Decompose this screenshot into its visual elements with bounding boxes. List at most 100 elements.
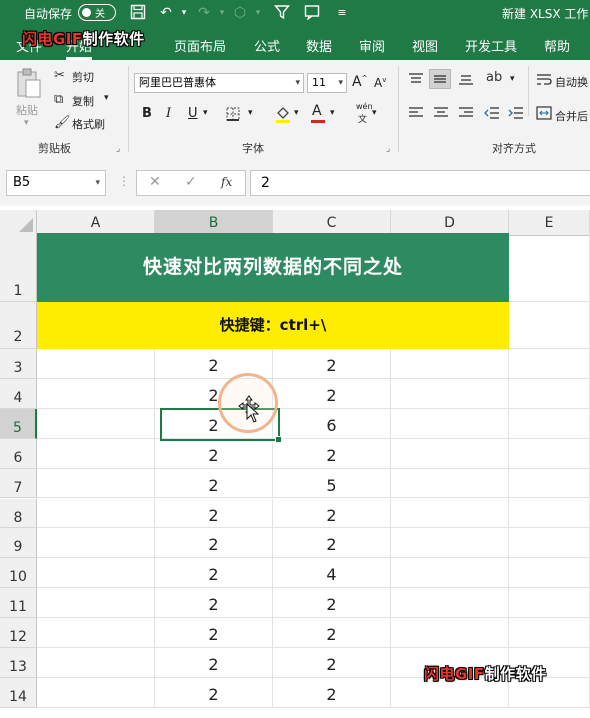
cell[interactable] (509, 558, 590, 589)
row-header[interactable]: 4 (0, 378, 37, 409)
cell-b[interactable]: 2 (155, 468, 273, 499)
cell[interactable] (37, 618, 155, 648)
shortcut-hint-cell[interactable]: 快捷键：ctrl+\ (37, 302, 509, 349)
customize-toolbar-icon[interactable]: ≡ (332, 4, 352, 22)
decrease-indent-icon[interactable] (484, 106, 500, 124)
italic-button[interactable]: I (166, 106, 171, 121)
cell[interactable] (391, 558, 509, 589)
cell[interactable] (509, 302, 590, 349)
cell[interactable] (37, 528, 155, 559)
increase-indent-icon[interactable] (508, 106, 524, 124)
cell[interactable] (37, 468, 155, 499)
row-header[interactable]: 6 (0, 438, 37, 469)
cancel-icon[interactable]: ✕ (149, 174, 161, 190)
cell-b[interactable]: 2 (155, 588, 273, 619)
borders-icon[interactable] (225, 106, 241, 126)
copy-dropdown-icon[interactable]: ▾ (104, 93, 109, 103)
tab-review[interactable]: 审阅 (359, 36, 385, 55)
cell-b[interactable]: 2 (155, 558, 273, 589)
decrease-font-size-button[interactable]: Av (374, 76, 386, 90)
cell-c[interactable]: 4 (273, 558, 391, 589)
phonetic-dropdown-icon[interactable]: ▾ (372, 108, 377, 118)
fill-handle[interactable] (275, 436, 282, 443)
cell[interactable] (37, 677, 155, 708)
fill-color-dropdown-icon[interactable]: ▾ (294, 108, 299, 118)
cell-c[interactable]: 2 (273, 349, 391, 379)
shape-icon[interactable]: ⬡ (230, 4, 250, 22)
wrap-text-icon[interactable] (536, 72, 552, 90)
cell[interactable] (509, 378, 590, 409)
cell[interactable] (509, 468, 590, 499)
cell[interactable] (37, 648, 155, 678)
tab-page-layout[interactable]: 页面布局 (174, 36, 226, 55)
row-header[interactable]: 10 (0, 558, 37, 589)
cell-c[interactable]: 5 (273, 468, 391, 499)
filter-icon[interactable] (272, 4, 292, 22)
row-header[interactable]: 13 (0, 648, 37, 678)
row-header[interactable]: 8 (0, 498, 37, 529)
cell[interactable] (391, 528, 509, 559)
increase-font-size-button[interactable]: A^ (352, 74, 367, 90)
tab-data[interactable]: 数据 (306, 36, 332, 55)
cut-button[interactable]: 剪切 (72, 69, 94, 85)
cell-c[interactable]: 2 (273, 498, 391, 529)
font-color-dropdown-icon[interactable]: ▾ (330, 108, 335, 118)
format-painter-button[interactable]: 格式刷 (72, 116, 105, 132)
font-name-dropdown[interactable]: 阿里巴巴普惠体 ▾ (134, 73, 304, 93)
cell[interactable] (509, 233, 590, 302)
cell-b[interactable]: 2 (155, 498, 273, 529)
row-header[interactable]: 1 (0, 233, 37, 302)
wrap-text-button[interactable]: 自动换 (555, 74, 588, 90)
cell[interactable] (391, 618, 509, 648)
cell-c[interactable]: 2 (273, 378, 391, 409)
underline-button[interactable]: U (188, 106, 198, 121)
drag-handle-icon[interactable]: ⋮ (118, 174, 130, 188)
cell[interactable] (37, 588, 155, 619)
tab-developer[interactable]: 开发工具 (465, 36, 517, 55)
cell-b[interactable]: 2 (155, 648, 273, 678)
borders-dropdown-icon[interactable]: ▾ (248, 108, 253, 118)
sheet-title-cell[interactable]: 快速对比两列数据的不同之处 (37, 233, 509, 302)
cell-c[interactable]: 2 (273, 588, 391, 619)
cell[interactable] (509, 498, 590, 529)
paste-icon[interactable] (14, 68, 44, 98)
paste-dropdown-icon[interactable]: ▾ (24, 118, 29, 128)
phonetic-guide-button[interactable]: wén (356, 102, 373, 111)
row-header[interactable]: 2 (0, 302, 37, 349)
cell[interactable] (509, 528, 590, 559)
merge-center-icon[interactable] (536, 106, 552, 124)
name-box[interactable]: B5 ▾ (6, 170, 106, 196)
orientation-icon[interactable]: ab (486, 70, 502, 85)
cell[interactable] (391, 498, 509, 529)
formula-input[interactable]: 2 (250, 170, 590, 196)
tab-formulas[interactable]: 公式 (254, 36, 280, 55)
row-header[interactable]: 12 (0, 618, 37, 648)
align-right-icon[interactable] (458, 106, 474, 124)
cell[interactable] (37, 349, 155, 379)
insert-function-button[interactable]: fx (221, 175, 232, 189)
cell[interactable] (391, 588, 509, 619)
font-launcher-icon[interactable]: ⌟ (386, 144, 390, 154)
cell-c[interactable]: 2 (273, 618, 391, 648)
cell[interactable] (509, 349, 590, 379)
comment-icon[interactable] (302, 4, 322, 22)
cell-c[interactable]: 2 (273, 528, 391, 559)
font-color-button[interactable]: A (312, 103, 322, 119)
align-bottom-icon[interactable] (458, 72, 474, 90)
cell-c[interactable]: 2 (273, 677, 391, 708)
cell[interactable] (37, 498, 155, 529)
shape-dropdown-icon[interactable]: ▾ (248, 4, 268, 22)
cell-b[interactable]: 2 (155, 618, 273, 648)
row-header[interactable]: 5 (0, 408, 37, 439)
tab-help[interactable]: 帮助 (544, 36, 570, 55)
cell[interactable] (391, 349, 509, 379)
paste-button[interactable]: 粘贴 (16, 102, 38, 118)
row-header[interactable]: 3 (0, 349, 37, 379)
orientation-dropdown-icon[interactable]: ▾ (510, 74, 515, 84)
cell[interactable] (509, 588, 590, 619)
align-center-icon[interactable] (433, 106, 449, 124)
cell-b[interactable]: 2 (155, 438, 273, 469)
cell[interactable] (391, 438, 509, 469)
cell[interactable] (37, 378, 155, 409)
cell[interactable] (37, 438, 155, 469)
